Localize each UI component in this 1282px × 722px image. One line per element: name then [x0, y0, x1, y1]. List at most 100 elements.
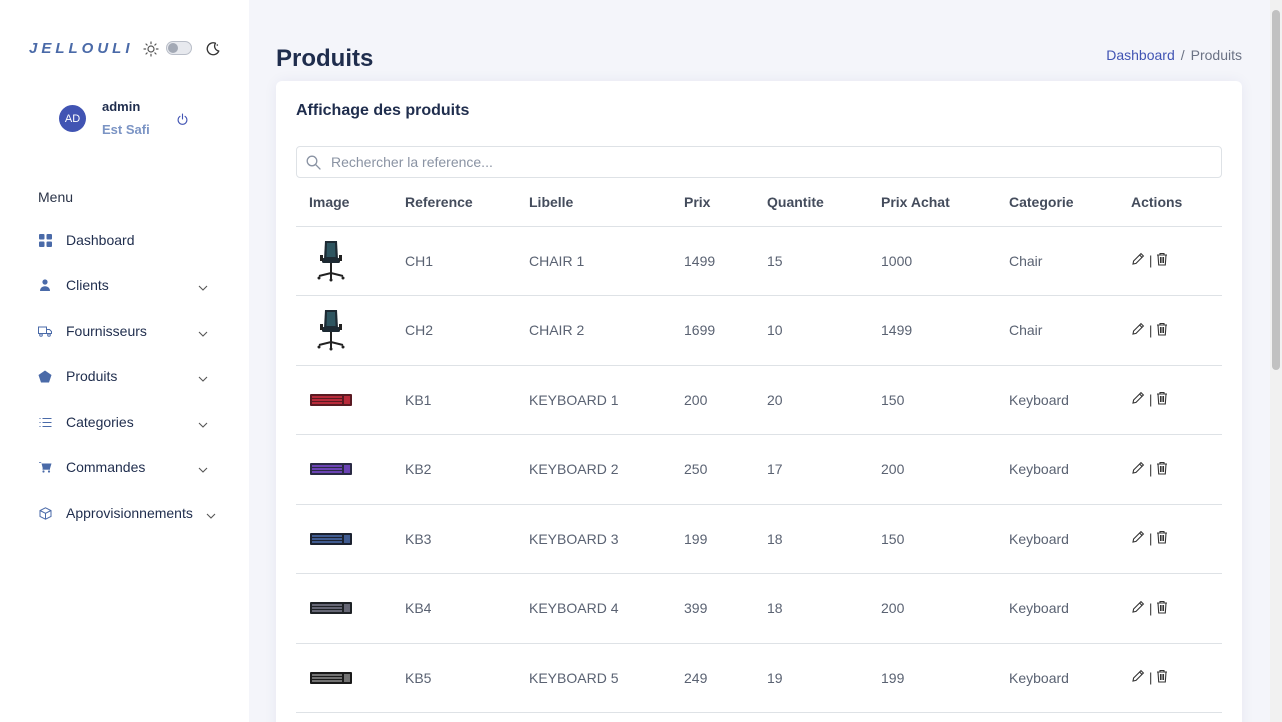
cell-prix-achat: 200: [868, 434, 996, 505]
edit-pencil-icon[interactable]: [1131, 669, 1145, 686]
delete-trash-icon[interactable]: [1156, 600, 1168, 617]
cell-image: [296, 573, 392, 644]
breadcrumb-link-dashboard[interactable]: Dashboard: [1106, 47, 1175, 63]
sidebar-item-label: Dashboard: [66, 232, 135, 248]
cell-prix: 250: [671, 434, 754, 505]
cell-image: [296, 365, 392, 435]
action-separator: |: [1149, 253, 1153, 269]
page-scrollbar[interactable]: [1270, 0, 1282, 722]
logout-power-icon[interactable]: [176, 113, 189, 126]
column-header-libelle: Libelle: [516, 179, 671, 227]
table-row[interactable]: KB3 KEYBOARD 3 199 18 150 Keyboard |: [296, 504, 1222, 574]
table-row[interactable]: CH1 CHAIR 1 1499 15 1000 Chair |: [296, 226, 1222, 296]
cell-actions: |: [1118, 573, 1222, 644]
column-header-prix: Prix: [671, 179, 754, 227]
edit-pencil-icon[interactable]: [1131, 600, 1145, 617]
keyboard-image: [309, 447, 353, 491]
sidebar: JELLOULI AD admin Est Safi Menu Dashboar…: [0, 0, 249, 722]
cell-quantite: 18: [754, 573, 868, 644]
pentagon-icon: [38, 369, 52, 383]
cell-prix-achat: 1499: [868, 295, 996, 366]
cell-categorie: Keyboard: [996, 643, 1118, 713]
delete-trash-icon[interactable]: [1156, 322, 1168, 339]
cell-reference: KB1: [392, 365, 516, 435]
box-icon: [38, 506, 52, 520]
chevron-down-icon: [198, 371, 208, 382]
chevron-down-icon: [206, 508, 216, 519]
sidebar-item-fournisseurs[interactable]: Fournisseurs: [38, 321, 210, 341]
toggle-knob: [168, 43, 178, 53]
column-header-categorie: Categorie: [996, 179, 1118, 227]
action-separator: |: [1149, 600, 1153, 616]
cell-libelle: KEYBOARD 4: [516, 573, 671, 644]
brand-logo[interactable]: JELLOULI: [29, 40, 134, 57]
chair-image: [309, 239, 353, 283]
column-header-quantite: Quantite: [754, 179, 868, 227]
sidebar-item-label: Categories: [66, 414, 134, 430]
sidebar-item-label: Fournisseurs: [66, 323, 147, 339]
sidebar-item-label: Approvisionnements: [66, 505, 193, 521]
delete-trash-icon[interactable]: [1156, 669, 1168, 686]
cell-reference: KB2: [392, 434, 516, 505]
cell-image: [296, 434, 392, 505]
cell-reference: KB4: [392, 573, 516, 644]
cell-prix: 199: [671, 504, 754, 574]
scrollbar-thumb[interactable]: [1272, 10, 1280, 370]
edit-pencil-icon[interactable]: [1131, 391, 1145, 408]
chevron-down-icon: [198, 462, 208, 473]
column-header-actions: Actions: [1118, 179, 1222, 227]
table-row[interactable]: KB1 KEYBOARD 1 200 20 150 Keyboard |: [296, 365, 1222, 435]
table-header-row: Image Reference Libelle Prix Quantite Pr…: [296, 179, 1222, 227]
cell-libelle: KEYBOARD 5: [516, 643, 671, 713]
cell-reference: KB5: [392, 643, 516, 713]
table-row[interactable]: CH2 CHAIR 2 1699 10 1499 Chair |: [296, 295, 1222, 366]
cell-libelle: KEYBOARD 2: [516, 434, 671, 505]
delete-trash-icon[interactable]: [1156, 530, 1168, 547]
sidebar-item-commandes[interactable]: Commandes: [38, 457, 210, 477]
sidebar-item-dashboard[interactable]: Dashboard: [38, 230, 210, 250]
action-separator: |: [1149, 322, 1153, 338]
theme-toggle[interactable]: [166, 41, 192, 55]
cell-prix: 1699: [671, 295, 754, 366]
breadcrumb-current: Produits: [1190, 47, 1242, 63]
avatar[interactable]: AD: [59, 105, 86, 132]
chevron-down-icon: [198, 417, 208, 428]
edit-pencil-icon[interactable]: [1131, 461, 1145, 478]
delete-trash-icon[interactable]: [1156, 252, 1168, 269]
search-box[interactable]: [296, 146, 1222, 178]
cell-actions: |: [1118, 226, 1222, 296]
column-header-prix-achat: Prix Achat: [868, 179, 996, 227]
table-row[interactable]: KB5 KEYBOARD 5 249 19 199 Keyboard |: [296, 643, 1222, 713]
sidebar-item-categories[interactable]: Categories: [38, 412, 210, 432]
cell-actions: |: [1118, 504, 1222, 574]
edit-pencil-icon[interactable]: [1131, 530, 1145, 547]
delete-trash-icon[interactable]: [1156, 391, 1168, 408]
cell-quantite: 17: [754, 434, 868, 505]
cell-categorie: Chair: [996, 295, 1118, 366]
chevron-down-icon: [198, 326, 208, 337]
cell-quantite: 19: [754, 643, 868, 713]
sidebar-item-clients[interactable]: Clients: [38, 275, 210, 295]
edit-pencil-icon[interactable]: [1131, 322, 1145, 339]
cell-image: [296, 643, 392, 713]
sidebar-item-produits[interactable]: Produits: [38, 366, 210, 386]
cell-actions: |: [1118, 295, 1222, 366]
user-name: admin: [102, 99, 141, 114]
cell-quantite: 10: [754, 295, 868, 366]
keyboard-image: [309, 517, 353, 561]
cell-image: [296, 226, 392, 296]
keyboard-image: [309, 378, 353, 422]
search-input[interactable]: [331, 147, 1211, 177]
sidebar-item-approvisionnements[interactable]: Approvisionnements: [38, 503, 216, 523]
sidebar-item-label: Commandes: [66, 459, 146, 475]
delete-trash-icon[interactable]: [1156, 461, 1168, 478]
table-row[interactable]: KB2 KEYBOARD 2 250 17 200 Keyboard |: [296, 434, 1222, 505]
edit-pencil-icon[interactable]: [1131, 252, 1145, 269]
action-separator: |: [1149, 392, 1153, 408]
products-table: Image Reference Libelle Prix Quantite Pr…: [296, 179, 1222, 713]
table-row[interactable]: KB4 KEYBOARD 4 399 18 200 Keyboard |: [296, 573, 1222, 644]
menu-title: Menu: [38, 189, 74, 205]
cell-image: [296, 504, 392, 574]
cell-actions: |: [1118, 365, 1222, 435]
cell-categorie: Keyboard: [996, 504, 1118, 574]
